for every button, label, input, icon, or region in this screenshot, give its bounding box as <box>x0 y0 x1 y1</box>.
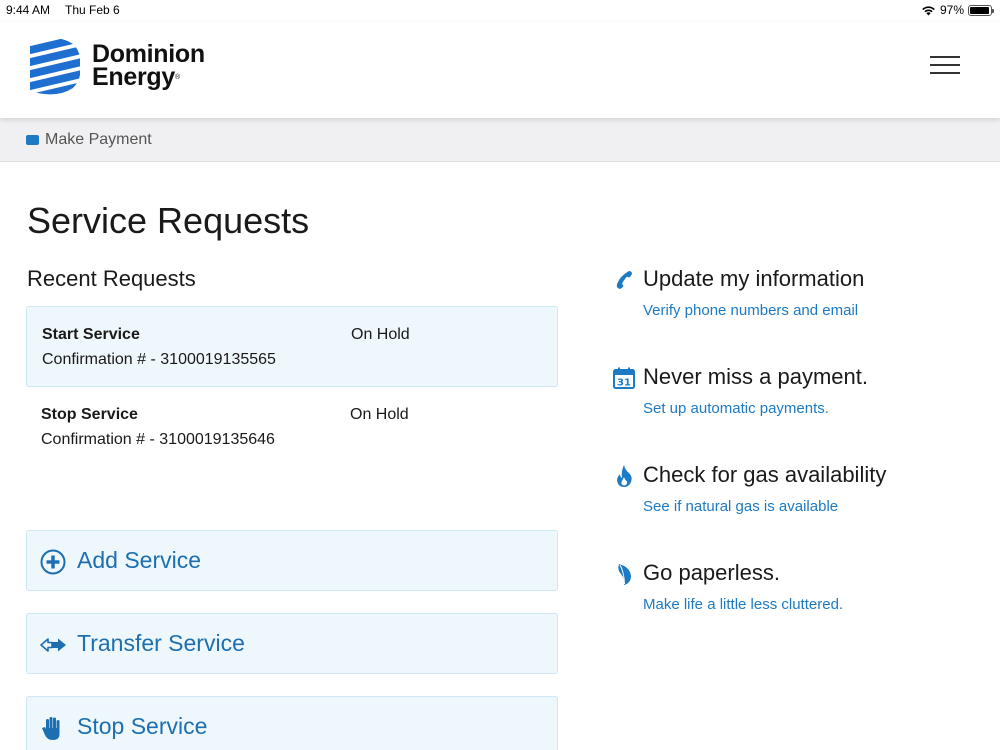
battery-icon <box>968 4 994 16</box>
sidebar-item-title: Check for gas availability <box>643 462 887 487</box>
page-title: Service Requests <box>27 200 310 241</box>
stop-hand-icon <box>42 717 60 740</box>
logo-registered-mark: ® <box>174 74 180 81</box>
transfer-service-label: Transfer Service <box>77 630 245 656</box>
request-item[interactable]: Stop Service Confirmation # - 3100019135… <box>26 387 558 468</box>
wallet-icon <box>26 135 39 145</box>
request-title: Stop Service <box>41 406 138 423</box>
logo-line-2: Energy <box>92 63 175 91</box>
sidebar-item-update-info: Update my information Verify phone numbe… <box>612 266 992 336</box>
battery-level <box>970 6 990 14</box>
request-status: On Hold <box>351 326 410 343</box>
battery-percent: 97% <box>939 3 964 17</box>
subnav-bar: Make Payment <box>0 118 1000 162</box>
plus-circle-icon <box>40 549 66 575</box>
sidebar-item-gas-availability: Check for gas availability See if natura… <box>612 462 992 532</box>
stop-service-label: Stop Service <box>77 713 208 739</box>
hamburger-icon <box>930 56 960 58</box>
transfer-arrows-icon <box>40 638 66 652</box>
verify-contact-link[interactable]: Verify phone numbers and email <box>643 302 858 319</box>
status-time: 9:44 AM <box>6 3 51 17</box>
paperless-link[interactable]: Make life a little less cluttered. <box>643 596 843 613</box>
site-header: Dominion Energy® <box>0 22 1000 118</box>
sidebar-item-title: Go paperless. <box>643 560 780 585</box>
request-item[interactable]: Start Service Confirmation # - 310001913… <box>26 306 558 387</box>
transfer-service-button[interactable]: Transfer Service <box>26 613 558 674</box>
add-service-label: Add Service <box>77 547 202 573</box>
leaf-icon <box>618 564 631 585</box>
phone-icon <box>616 271 632 289</box>
request-title: Start Service <box>42 326 140 343</box>
stop-service-button[interactable]: Stop Service <box>26 696 558 750</box>
recent-requests-heading: Recent Requests <box>27 266 196 291</box>
gas-availability-link[interactable]: See if natural gas is available <box>643 498 838 515</box>
sidebar-item-title: Update my information <box>643 266 865 291</box>
make-payment-link[interactable]: Make Payment <box>26 131 152 149</box>
logo-wordmark: Dominion Energy® <box>92 42 205 91</box>
sidebar-item-title: Never miss a payment. <box>643 364 868 389</box>
dominion-energy-logo-mark-icon <box>30 37 80 95</box>
sidebar-item-autopay: 31 Never miss a payment. Set up automati… <box>612 364 992 434</box>
request-confirmation: Confirmation # - 3100019135565 <box>42 351 276 368</box>
request-status: On Hold <box>350 406 409 423</box>
make-payment-label: Make Payment <box>45 131 152 148</box>
calendar-day: 31 <box>617 378 631 389</box>
automatic-payments-link[interactable]: Set up automatic payments. <box>643 400 829 417</box>
flame-icon <box>617 465 632 487</box>
add-service-button[interactable]: Add Service <box>26 530 558 591</box>
status-date: Thu Feb 6 <box>65 3 120 17</box>
sidebar-item-paperless: Go paperless. Make life a little less cl… <box>612 560 992 630</box>
status-indicators: 97% <box>921 3 994 17</box>
dominion-energy-logo[interactable]: Dominion Energy® <box>26 35 205 97</box>
calendar-icon: 31 <box>613 367 635 389</box>
status-bar: 9:44 AM Thu Feb 6 97% <box>0 0 1000 22</box>
menu-button[interactable] <box>930 56 960 76</box>
wifi-icon <box>922 5 935 15</box>
request-confirmation: Confirmation # - 3100019135646 <box>41 431 275 448</box>
